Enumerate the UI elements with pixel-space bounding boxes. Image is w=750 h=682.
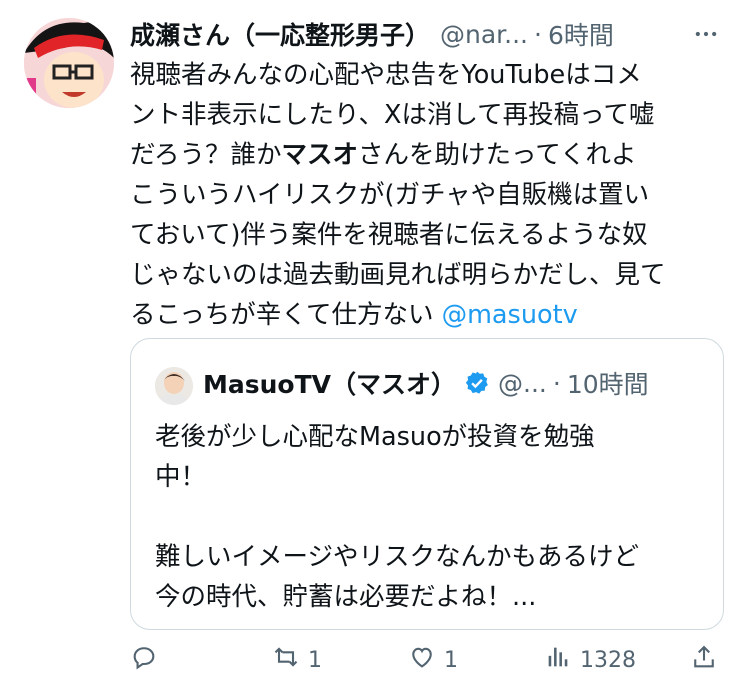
quoted-text-line: 老後が少し心配なMasuoが投資を勉強 [155, 422, 595, 452]
quoted-text-line: 中！ [155, 462, 207, 492]
tweet-text-line: ント非表示にしたり、Xは消して再投稿って嘘 [130, 100, 655, 130]
verified-badge-icon [464, 370, 490, 396]
tweet-header: 成瀬さん（一応整形男子） @nar... · 6時間 [130, 14, 730, 54]
quoted-text-line: 今の時代、貯蓄は必要だよね！... [155, 582, 537, 612]
repost-icon [272, 643, 300, 677]
share-icon [690, 643, 718, 677]
views-icon [544, 643, 572, 677]
views-button[interactable]: 1328 [544, 640, 636, 680]
quoted-text: 老後が少し心配なMasuoが投資を勉強 中！ 難しいイメージやリスクなんかもある… [155, 417, 705, 617]
tweet-text-line: 視聴者みんなの心配や忠告をYouTubeはコメ [130, 60, 642, 90]
quoted-author-handle[interactable]: @... [498, 369, 547, 398]
quoted-author-avatar[interactable] [155, 367, 193, 405]
quoted-text-line: 難しいイメージやリスクなんかもあるけど [155, 542, 639, 572]
quoted-tweet[interactable]: MasuoTV（マスオ） @... · 10時間 老後が少し心配なMasuoが投… [130, 338, 724, 630]
tweet-time[interactable]: 6時間 [548, 16, 614, 52]
tweet-text-line: じゃないのは過去動画見れば明らかだし、見て [130, 260, 666, 290]
more-horizontal-icon[interactable] [686, 14, 726, 54]
author-handle[interactable]: @nar... [440, 20, 528, 49]
like-icon [408, 643, 436, 677]
tweet-text-line: ておいて)伴う案件を視聴者に伝えるような奴 [130, 220, 648, 250]
text-segment: るこっちが辛くて仕方ない [130, 300, 442, 330]
text-segment: だろう？誰か [130, 140, 282, 170]
text-segment: さんを助けたってくれよ [358, 140, 637, 170]
tweet[interactable]: 成瀬さん（一応整形男子） @nar... · 6時間 視聴者みんなの心配や忠告を… [0, 0, 750, 682]
quoted-time[interactable]: 10時間 [567, 365, 649, 401]
author-avatar[interactable] [24, 18, 114, 108]
views-count: 1328 [580, 647, 636, 673]
like-count: 1 [444, 647, 458, 673]
mention-link[interactable]: @masuotv [442, 300, 578, 330]
tweet-text-line: だろう？誰かマスオさんを助けたってくれよ [130, 135, 730, 175]
tweet-text-line: こういうハイリスクが(ガチャや自販機は置い [130, 180, 650, 210]
repost-count: 1 [308, 647, 322, 673]
quoted-text-line [155, 497, 705, 537]
author-name[interactable]: 成瀬さん（一応整形男子） [130, 16, 430, 52]
repost-button[interactable]: 1 [272, 640, 322, 680]
separator-dot: · [534, 19, 542, 49]
separator-dot: · [552, 368, 561, 398]
bold-text: マスオ [281, 140, 358, 170]
like-button[interactable]: 1 [408, 640, 458, 680]
quoted-header: MasuoTV（マスオ） @... · 10時間 [203, 363, 683, 403]
tweet-text-line: るこっちが辛くて仕方ない @masuotv [130, 295, 730, 335]
tweet-text: 視聴者みんなの心配や忠告をYouTubeはコメ ント非表示にしたり、Xは消して再… [130, 55, 730, 335]
reply-button[interactable] [130, 640, 166, 680]
share-button[interactable] [690, 640, 718, 680]
action-bar: 1 1 1328 [130, 640, 730, 680]
quoted-author-name[interactable]: MasuoTV（マスオ） [203, 365, 456, 401]
reply-icon [130, 643, 158, 677]
